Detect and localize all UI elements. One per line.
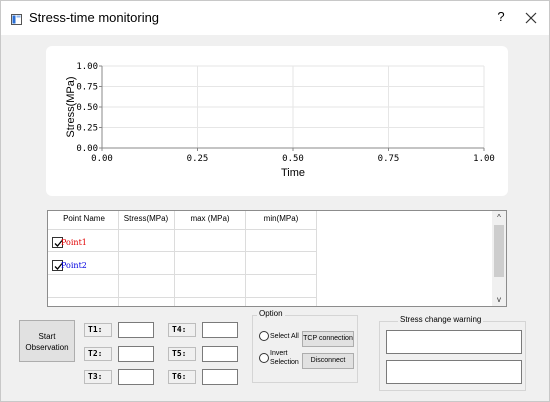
column-divider [245, 211, 246, 306]
point2-label: Point2 [61, 261, 87, 270]
scroll-down-arrow-icon[interactable]: v [492, 294, 506, 306]
x-tick-label: 0.25 [187, 154, 209, 164]
disconnect-button[interactable]: Disconnect [302, 353, 354, 369]
row-divider [48, 297, 316, 298]
y-tick-label: 0.75 [76, 83, 98, 93]
title-bar: Stress-time monitoring ? [1, 1, 549, 35]
scroll-up-arrow-icon[interactable]: ^ [492, 212, 506, 224]
tcp-connection-button[interactable]: TCP connection [302, 331, 354, 347]
close-button[interactable] [523, 9, 539, 27]
close-icon [525, 12, 537, 24]
point1-label: Point1 [61, 238, 87, 247]
t5-label: T5: [168, 347, 196, 361]
column-header-point-name: Point Name [63, 214, 105, 223]
x-tick-label: 1.00 [473, 154, 495, 164]
app-window-icon [11, 12, 22, 25]
x-tick-label: 0.00 [91, 154, 113, 164]
table-scrollbar[interactable]: ^ v [492, 211, 506, 306]
row-divider [48, 274, 316, 275]
row-divider [48, 229, 316, 230]
t6-label: T6: [168, 370, 196, 384]
warning-group-title: Stress change warning [398, 315, 484, 324]
t3-label: T3: [84, 370, 112, 384]
t2-input[interactable] [118, 346, 154, 362]
y-tick-label: 1.00 [76, 62, 98, 72]
start-observation-button[interactable]: Start Observation [19, 320, 75, 362]
t3-input[interactable] [118, 369, 154, 385]
column-divider [118, 211, 119, 306]
column-header-min: min(MPa) [263, 214, 299, 223]
stress-time-chart: 0.00 0.25 0.50 0.75 1.00 0.00 0.25 0.50 0.75 1.00… [65, 62, 495, 179]
column-header-stress: Stress(MPa) [123, 214, 169, 223]
column-divider [174, 211, 175, 306]
stress-time-chart-panel: 0.00 0.25 0.50 0.75 1.00 0.00 0.25 0.50 0.75 1.00… [46, 46, 508, 196]
select-all-radio[interactable] [259, 331, 269, 341]
points-table: Point Name Stress(MPa) max (MPa) min(MPa… [47, 210, 507, 307]
y-tick-label: 0.50 [76, 103, 98, 113]
x-tick-label: 0.50 [282, 154, 304, 164]
invert-selection-label: Invert Selection [270, 350, 299, 366]
window-title: Stress-time monitoring [29, 10, 160, 25]
t1-label: T1: [84, 323, 112, 337]
start-button-label: Observation [25, 343, 69, 352]
warning-field-1[interactable] [386, 330, 522, 354]
column-divider [316, 211, 317, 306]
select-all-label: Select All [270, 333, 299, 340]
t2-label: T2: [84, 347, 112, 361]
row-divider [48, 251, 316, 252]
column-header-max: max (MPa) [190, 214, 230, 223]
warning-field-2[interactable] [386, 360, 522, 384]
y-tick-label: 0.00 [76, 144, 98, 154]
x-tick-label: 0.75 [378, 154, 400, 164]
t1-input[interactable] [118, 322, 154, 338]
t4-label: T4: [168, 323, 196, 337]
t4-input[interactable] [202, 322, 238, 338]
start-button-label: Start [38, 332, 56, 341]
stress-monitor-window: Stress-time monitoring ? 0.00 0.25 0.50 0.7… [0, 0, 550, 402]
y-axis-title: Stress(MPa) [65, 76, 77, 137]
y-tick-label: 0.25 [76, 124, 98, 134]
scroll-thumb[interactable] [494, 225, 504, 277]
x-axis-title: Time [281, 167, 305, 179]
option-group [252, 315, 358, 383]
help-button[interactable]: ? [493, 9, 509, 27]
t6-input[interactable] [202, 369, 238, 385]
t5-input[interactable] [202, 346, 238, 362]
invert-selection-radio[interactable] [259, 353, 269, 363]
option-group-title: Option [257, 309, 285, 318]
